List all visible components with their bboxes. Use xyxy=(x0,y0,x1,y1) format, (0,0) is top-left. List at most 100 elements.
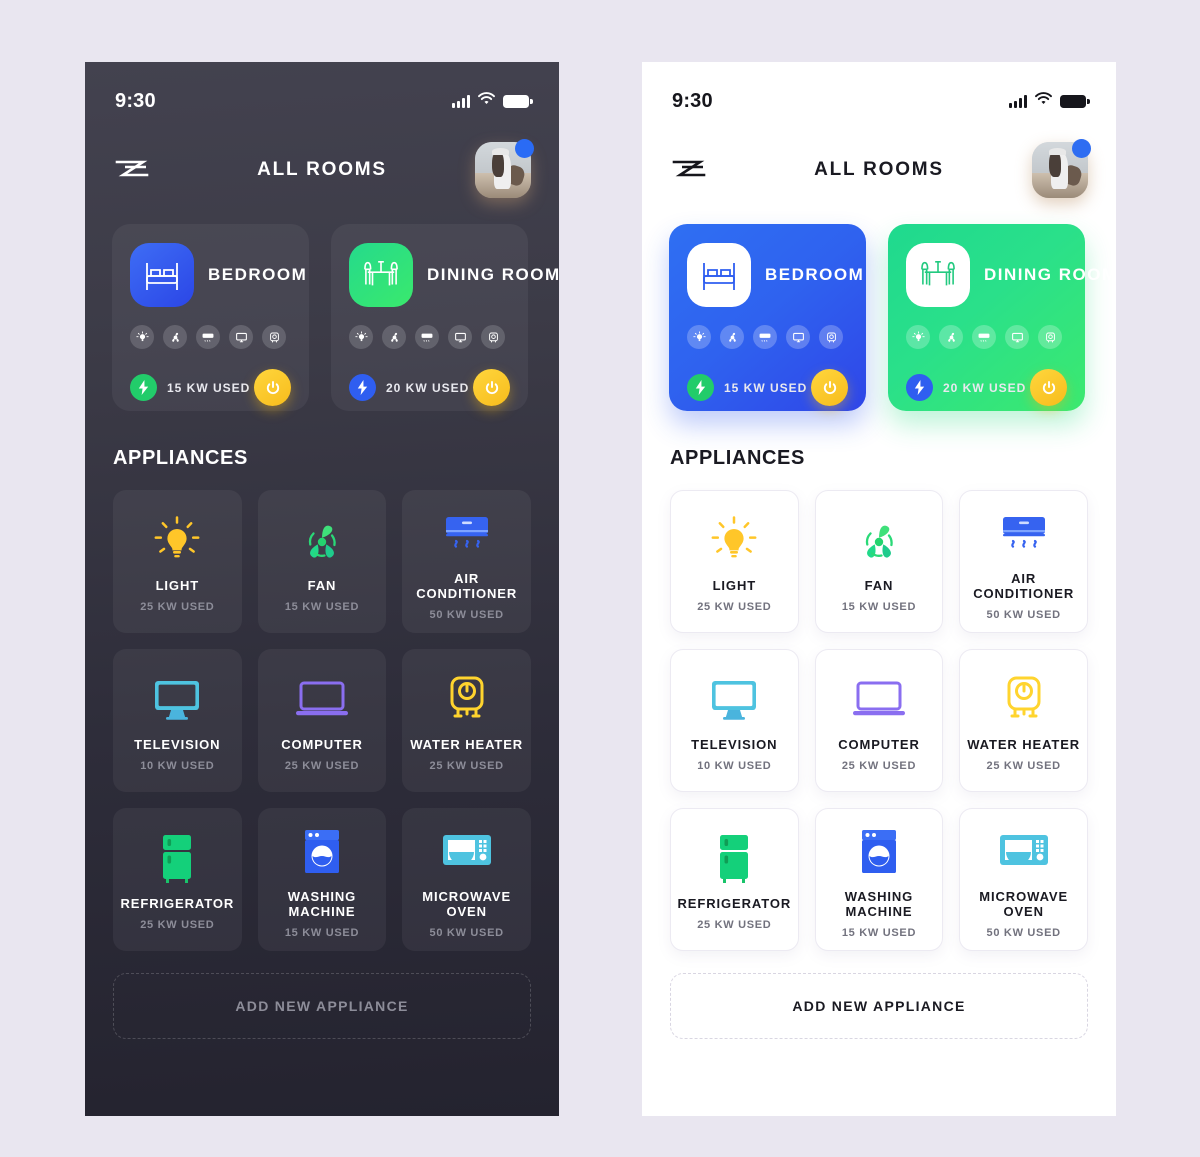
room-name: DINING ROOM xyxy=(984,265,1116,284)
phone-dark-theme: 9:30 ALL ROOMS BEDROOM 15 KW USED DINING… xyxy=(85,62,559,1116)
room-name: DINING ROOM xyxy=(427,265,559,284)
appliance-usage: 15 KW USED xyxy=(284,601,360,613)
rooms-carousel[interactable]: BEDROOM 15 KW USED DINING ROOM 20 KW USE… xyxy=(642,216,1116,411)
room-card-dining-room[interactable]: DINING ROOM 20 KW USED xyxy=(888,224,1116,411)
fan-icon xyxy=(382,325,406,349)
appliance-name: WATER HEATER xyxy=(967,737,1081,752)
room-card-footer: 15 KW USED xyxy=(130,369,291,406)
add-new-appliance-button[interactable]: ADD NEW APPLIANCE xyxy=(113,973,531,1039)
appliance-card-water-heater[interactable]: WATER HEATER 25 KW USED xyxy=(402,649,531,792)
appliance-usage: 50 KW USED xyxy=(986,608,1061,621)
fan-icon xyxy=(163,325,187,349)
room-usage: 15 KW USED xyxy=(167,380,251,395)
energy-bolt-icon xyxy=(687,374,714,401)
room-device-icons xyxy=(906,325,1067,349)
air-conditioner-icon xyxy=(972,325,996,349)
appliance-card-fan[interactable]: FAN 15 KW USED xyxy=(814,490,944,633)
zz-logo-icon[interactable] xyxy=(670,157,708,183)
appliance-card-microwave-oven[interactable]: MICROWAVE OVEN 50 KW USED xyxy=(402,808,531,951)
energy-bolt-icon xyxy=(349,374,376,401)
status-bar-clock: 9:30 xyxy=(672,89,713,112)
appliance-card-washing-machine[interactable]: WASHING MACHINE 15 KW USED xyxy=(257,808,387,951)
air-conditioner-icon xyxy=(438,503,496,565)
appliance-usage: 15 KW USED xyxy=(841,926,917,939)
appliance-card-light[interactable]: LIGHT 25 KW USED xyxy=(113,490,242,633)
app-header: ALL ROOMS xyxy=(642,124,1116,216)
light-icon xyxy=(906,325,930,349)
appliance-card-computer[interactable]: COMPUTER 25 KW USED xyxy=(257,649,387,792)
appliance-card-refrigerator[interactable]: REFRIGERATOR 25 KW USED xyxy=(670,808,799,951)
television-icon xyxy=(1005,325,1029,349)
appliance-name: AIR CONDITIONER xyxy=(973,570,1075,601)
room-card-footer: 15 KW USED xyxy=(687,369,848,406)
room-card-header: DINING ROOM xyxy=(906,243,1116,307)
room-device-icons xyxy=(349,325,510,349)
microwave-icon xyxy=(996,821,1052,883)
air-conditioner-icon xyxy=(196,325,220,349)
avatar[interactable] xyxy=(1032,139,1091,198)
room-card-bedroom[interactable]: BEDROOM 15 KW USED xyxy=(669,224,866,411)
add-new-appliance-button[interactable]: ADD NEW APPLIANCE xyxy=(670,973,1088,1039)
room-card-header: BEDROOM xyxy=(687,243,863,307)
fan-icon xyxy=(853,510,905,572)
fan-icon xyxy=(296,510,348,572)
appliance-card-refrigerator[interactable]: REFRIGERATOR 25 KW USED xyxy=(113,808,242,951)
appliances-section-title: APPLIANCES xyxy=(113,447,248,469)
room-card-dining-room[interactable]: DINING ROOM 20 KW USED xyxy=(331,224,559,411)
signal-bars-icon xyxy=(452,94,470,108)
dining-table-icon xyxy=(349,243,413,307)
appliance-card-television[interactable]: TELEVISION 10 KW USED xyxy=(113,649,242,792)
room-card-bedroom[interactable]: BEDROOM 15 KW USED xyxy=(112,224,309,411)
fan-icon xyxy=(720,325,744,349)
appliance-card-microwave-oven[interactable]: MICROWAVE OVEN 50 KW USED xyxy=(959,808,1088,951)
appliance-name: WATER HEATER xyxy=(410,737,524,752)
battery-icon xyxy=(1060,94,1090,108)
television-icon xyxy=(448,325,472,349)
washing-machine-icon xyxy=(856,821,902,883)
computer-icon xyxy=(293,669,351,731)
appliance-card-water-heater[interactable]: WATER HEATER 25 KW USED xyxy=(959,649,1088,792)
zz-logo-icon[interactable] xyxy=(113,157,151,183)
appliance-usage: 25 KW USED xyxy=(697,919,772,931)
appliance-card-computer[interactable]: COMPUTER 25 KW USED xyxy=(814,649,944,792)
status-bar-clock: 9:30 xyxy=(115,89,156,112)
appliance-usage: 25 KW USED xyxy=(697,601,772,613)
appliance-usage: 25 KW USED xyxy=(429,760,504,772)
light-icon xyxy=(687,325,711,349)
appliance-card-air-conditioner[interactable]: AIR CONDITIONER 50 KW USED xyxy=(959,490,1088,633)
television-icon xyxy=(786,325,810,349)
appliance-usage: 10 KW USED xyxy=(697,760,772,772)
room-name: BEDROOM xyxy=(765,265,865,284)
room-power-button[interactable] xyxy=(811,369,848,406)
avatar[interactable] xyxy=(475,139,534,198)
television-icon xyxy=(707,669,761,731)
notification-dot xyxy=(1072,139,1091,158)
room-power-button[interactable] xyxy=(1030,369,1067,406)
water-heater-icon xyxy=(481,325,505,349)
room-power-button[interactable] xyxy=(473,369,510,406)
appliance-card-washing-machine[interactable]: WASHING MACHINE 15 KW USED xyxy=(814,808,944,951)
room-card-footer: 20 KW USED xyxy=(906,369,1067,406)
room-power-button[interactable] xyxy=(254,369,291,406)
light-icon xyxy=(130,325,154,349)
appliance-name: TELEVISION xyxy=(134,737,221,752)
energy-bolt-icon xyxy=(130,374,157,401)
battery-icon xyxy=(503,94,533,108)
phone-light-theme: 9:30 ALL ROOMS BEDROOM 15 KW USED DINING… xyxy=(642,62,1116,1116)
appliance-card-air-conditioner[interactable]: AIR CONDITIONER 50 KW USED xyxy=(402,490,531,633)
room-usage: 20 KW USED xyxy=(943,380,1027,395)
rooms-carousel[interactable]: BEDROOM 15 KW USED DINING ROOM 20 KW USE… xyxy=(85,216,559,411)
wifi-icon xyxy=(1035,92,1052,110)
appliance-name: AIR CONDITIONER xyxy=(416,570,518,601)
dining-table-icon xyxy=(906,243,970,307)
bed-icon xyxy=(130,243,194,307)
water-heater-icon xyxy=(1001,669,1047,731)
water-heater-icon xyxy=(262,325,286,349)
appliance-usage: 25 KW USED xyxy=(841,760,917,772)
water-heater-icon xyxy=(444,669,490,731)
appliance-card-fan[interactable]: FAN 15 KW USED xyxy=(257,490,387,633)
appliance-card-television[interactable]: TELEVISION 10 KW USED xyxy=(670,649,799,792)
appliance-card-light[interactable]: LIGHT 25 KW USED xyxy=(670,490,799,633)
light-bulb-icon xyxy=(154,510,200,572)
status-bar: 9:30 xyxy=(642,62,1116,124)
